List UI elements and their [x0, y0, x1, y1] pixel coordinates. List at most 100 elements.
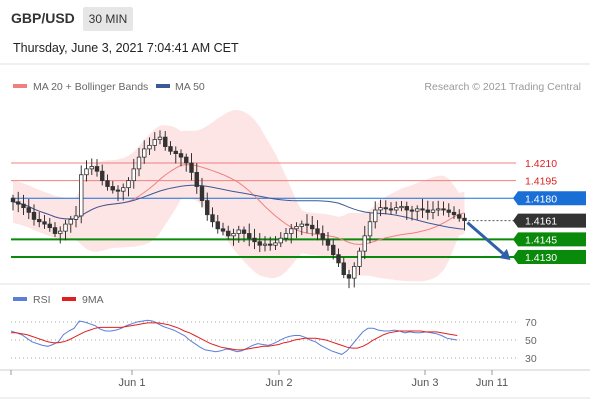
candle-body [378, 207, 383, 211]
candle-body [325, 238, 331, 246]
candle-body [409, 209, 415, 212]
candle-body [310, 224, 315, 230]
candle-body [247, 233, 252, 239]
candle-body [268, 243, 273, 246]
candle-body [52, 227, 58, 234]
candle-body [220, 228, 226, 232]
time-axis-labels: Jun 1 Jun 2 Jun 3 Jun 11 [10, 370, 508, 389]
candle-body [252, 237, 257, 243]
candle [79, 165, 84, 224]
candle-body [394, 207, 399, 211]
candle-body [262, 243, 268, 246]
candle-body [47, 223, 52, 229]
candle-body [420, 208, 425, 211]
candle-body [352, 265, 357, 279]
ma9-legend-swatch [62, 297, 76, 301]
time-label: Jun 3 [412, 377, 439, 389]
candle-body [205, 200, 210, 216]
candle-body [152, 139, 157, 146]
candle-body [304, 223, 310, 226]
bollinger-legend-label: MA 20 + Bollinger Bands [33, 81, 148, 93]
candle-body [331, 244, 336, 256]
rsi-panel: 70 50 30 [10, 317, 537, 365]
candle-body [68, 218, 73, 225]
candle-body [42, 221, 47, 225]
candle-body [425, 209, 430, 213]
ma50-legend-label: MA 50 [175, 81, 205, 93]
candle-body [315, 228, 320, 234]
candle-body [383, 207, 388, 210]
candle-body [110, 186, 115, 191]
bollinger-legend-swatch [13, 84, 27, 88]
last-badge-label-1.4161: 1.4161 [525, 216, 557, 228]
candle-body [399, 206, 404, 209]
candle-body [451, 211, 457, 216]
candle-body [63, 223, 68, 232]
candle-body [446, 209, 451, 213]
candle-body [136, 156, 142, 170]
candle-body [289, 228, 294, 234]
candle-body [215, 221, 220, 230]
candle-body [278, 237, 283, 244]
candle-body [94, 166, 100, 172]
candle-body [115, 189, 121, 192]
candle-body [10, 197, 16, 203]
time-label: Jun 1 [119, 377, 146, 389]
forecast-arrow [466, 221, 511, 260]
candle-body [462, 217, 467, 221]
chart-widget: GBP/USD 30 MIN Thursday, June 3, 2021 7:… [0, 0, 590, 400]
candle-body [163, 136, 168, 147]
ma9-legend-label: 9MA [82, 294, 104, 306]
candle-body [184, 156, 189, 164]
candle-body [26, 207, 31, 213]
candle-body [294, 226, 299, 230]
rsi-level-label-30: 30 [525, 353, 537, 365]
research-credit: Research © 2021 Trading Central [424, 81, 581, 93]
candle-body [16, 201, 21, 205]
pivot-badge-label-1.4180: 1.4180 [525, 193, 557, 205]
candle-body [373, 209, 378, 223]
candle-body [273, 242, 278, 246]
time-label: Jun 11 [476, 377, 508, 389]
candle-body [283, 233, 289, 239]
candle-body [241, 229, 247, 234]
candle-body [79, 174, 84, 217]
candle-body [320, 233, 325, 240]
candle-body [388, 208, 394, 211]
support-badge-label-1.4145: 1.4145 [525, 234, 557, 246]
candle-body [100, 170, 105, 182]
time-label: Jun 2 [266, 377, 293, 389]
support-badge-label-1.4130: 1.4130 [525, 252, 557, 264]
candle-body [441, 208, 446, 211]
price-badges: 1.4210 1.4195 1.4180 1.4161 1.4145 1.4130 [513, 158, 586, 264]
rsi-legend-swatch [13, 297, 27, 301]
candle-body [31, 211, 37, 220]
candle-body [142, 148, 147, 158]
candle-body [84, 168, 89, 176]
candle-body [210, 214, 215, 223]
candle-body [147, 144, 152, 150]
rsi-level-label-70: 70 [525, 317, 537, 329]
candle-body [168, 146, 173, 152]
forecast-arrow-shaft [466, 221, 504, 255]
rsi-level-label-50: 50 [525, 335, 537, 347]
candle-body [157, 136, 163, 140]
candle-body [436, 208, 441, 211]
candle-body [236, 229, 241, 234]
candle-body [189, 162, 194, 173]
price-chart-svg: MA 20 + Bollinger Bands MA 50 Research ©… [0, 63, 590, 399]
resistance-label-1.4195: 1.4195 [525, 176, 557, 188]
candle-body [336, 254, 341, 264]
rsi-ma9-line [11, 322, 458, 351]
candle-body [37, 218, 42, 223]
candle-body [58, 230, 63, 234]
candle-body [199, 186, 205, 202]
candle-body [362, 235, 367, 252]
candle-body [257, 241, 262, 246]
ma50-legend-swatch [156, 84, 170, 88]
candle-body [105, 180, 110, 187]
candle-body [194, 171, 199, 187]
candle-body [457, 214, 462, 219]
candle-body [341, 262, 346, 276]
candle-body [357, 250, 362, 267]
